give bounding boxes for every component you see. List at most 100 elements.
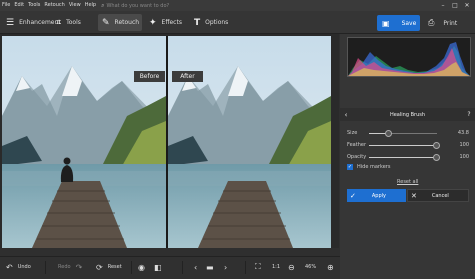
undo-label: Undo — [17, 264, 31, 270]
checkmark-icon: ✓ — [350, 191, 356, 200]
size-value[interactable]: 43.8 — [458, 130, 469, 136]
opacity-slider-fill — [369, 157, 437, 158]
previous-image-button[interactable]: ‹ — [194, 257, 202, 277]
opacity-slider-row: Opacity 100 — [347, 153, 472, 162]
zoom-in-button[interactable]: ⊕ — [327, 257, 339, 277]
printer-icon: ⎙ — [428, 18, 435, 27]
menu-retouch[interactable]: Retouch — [42, 0, 66, 11]
before-image — [2, 36, 166, 248]
feather-value[interactable]: 100 — [459, 142, 469, 148]
open-folder-button[interactable]: ▬ — [206, 257, 219, 277]
reset-all-link[interactable]: Reset all — [397, 179, 418, 185]
redo-button[interactable]: Redo ↷ — [58, 257, 82, 277]
sliders-icon: ☰ — [6, 17, 15, 28]
search-input[interactable]: ⌕ What do you want to do? — [101, 2, 211, 10]
apply-label: Apply — [371, 192, 386, 199]
redo-icon: ↷ — [75, 262, 83, 272]
image-canvas[interactable]: Before After — [0, 34, 339, 248]
next-image-button[interactable]: › — [224, 257, 232, 277]
histogram-graph — [348, 42, 470, 76]
help-icon[interactable]: ? — [463, 111, 475, 118]
menu-file[interactable]: File — [0, 0, 12, 11]
feather-slider-fill — [369, 145, 437, 146]
fit-to-screen-button[interactable]: ⛶ — [255, 257, 266, 277]
print-label: Print — [443, 19, 458, 27]
cancel-button[interactable]: ✕ Cancel — [407, 189, 469, 202]
tab-enhancement[interactable]: ☰ Enhancement — [2, 14, 61, 31]
undo-button[interactable]: ↶ Undo — [6, 257, 31, 277]
reset-icon: ⟳ — [96, 262, 103, 272]
panel-header: ‹ Healing Brush ? — [340, 108, 475, 121]
feather-label: Feather — [347, 142, 367, 148]
apply-button[interactable]: ✓ Apply — [347, 189, 406, 202]
before-label: Before — [134, 71, 165, 82]
zoom-value: 46% — [305, 264, 317, 270]
tab-tools[interactable]: ⌗ Tools — [52, 14, 96, 31]
menu-bar: File Edit Tools Retouch View Help ⌕ What… — [0, 0, 475, 11]
undo-icon: ↶ — [6, 262, 13, 272]
print-button[interactable]: ⎙ Print — [425, 15, 470, 31]
brush-icon: ✎ — [102, 17, 110, 28]
redo-label: Redo — [58, 264, 71, 270]
tab-options[interactable]: T Options — [190, 14, 234, 31]
app-window: File Edit Tools Retouch View Help ⌕ What… — [0, 0, 475, 279]
opacity-slider-handle[interactable] — [433, 154, 440, 161]
hide-markers-checkbox[interactable]: ✓ — [347, 164, 353, 170]
folder-icon: ▬ — [206, 262, 214, 272]
save-label: Save — [401, 19, 417, 27]
separator — [45, 261, 46, 274]
before-photo-drawing — [2, 36, 166, 248]
show-original-button[interactable]: ◉ — [138, 257, 150, 277]
menu-help[interactable]: Help — [83, 0, 98, 11]
hide-markers-option[interactable]: ✓ Hide markers — [347, 164, 390, 170]
menu-tools[interactable]: Tools — [26, 0, 42, 11]
size-slider-handle[interactable] — [385, 130, 393, 137]
magic-wand-icon: ✦ — [149, 17, 157, 28]
tab-label: Effects — [161, 19, 182, 26]
separator — [245, 261, 246, 274]
zoom-in-icon: ⊕ — [327, 262, 334, 272]
menu-view[interactable]: View — [67, 0, 83, 11]
reset-label: Reset — [107, 264, 122, 270]
menu-edit[interactable]: Edit — [12, 0, 26, 11]
after-photo-drawing — [168, 36, 331, 248]
tab-label: Options — [205, 19, 229, 26]
tab-label: Retouch — [114, 19, 140, 26]
feather-slider-handle[interactable] — [433, 142, 440, 149]
main-toolbar: ☰ Enhancement ⌗ Tools ✎ Retouch ✦ Effect… — [0, 11, 475, 34]
split-view-icon: ◧ — [154, 262, 162, 272]
tab-effects[interactable]: ✦ Effects — [145, 14, 189, 31]
cancel-label: Cancel — [431, 192, 449, 199]
back-icon[interactable]: ‹ — [340, 111, 352, 119]
actual-size-button[interactable]: 1:1 — [272, 257, 280, 277]
save-button[interactable]: ▣ Save — [377, 15, 420, 31]
minimize-button[interactable]: – — [437, 0, 449, 11]
crop-icon: ⌗ — [56, 17, 62, 28]
bottom-bar: ↶ Undo Redo ↷ ⟳ Reset ◉ ◧ ‹ ▬ › ⛶ 1:1 ⊖ … — [0, 256, 340, 279]
tool-panel: ‹ Healing Brush ? Size 43.8 Feather 100 … — [340, 34, 475, 279]
search-placeholder: What do you want to do? — [106, 2, 170, 9]
tab-retouch[interactable]: ✎ Retouch — [98, 14, 142, 31]
separator — [182, 261, 183, 274]
panel-title: Healing Brush — [389, 111, 426, 118]
histogram — [347, 37, 471, 77]
close-icon: ✕ — [411, 191, 417, 200]
opacity-label: Opacity — [347, 154, 367, 160]
search-icon: ⌕ — [101, 1, 105, 9]
tab-label: Tools — [66, 19, 81, 26]
separator — [131, 261, 132, 274]
zoom-out-button[interactable]: ⊖ — [288, 257, 300, 277]
hide-markers-label: Hide markers — [357, 164, 391, 170]
after-label: After — [172, 71, 203, 82]
maximize-button[interactable]: □ — [449, 0, 461, 11]
chevron-right-icon: › — [224, 262, 228, 272]
opacity-value[interactable]: 100 — [459, 154, 469, 160]
close-button[interactable]: ✕ — [461, 0, 473, 11]
reset-button[interactable]: ⟳ Reset — [96, 257, 122, 277]
size-slider-row: Size 43.8 — [347, 129, 472, 138]
zoom-level[interactable]: 46% — [305, 257, 316, 277]
floppy-disk-icon: ▣ — [382, 18, 390, 28]
after-image — [168, 36, 331, 248]
size-label: Size — [347, 130, 358, 136]
compare-view-button[interactable]: ◧ — [154, 257, 167, 277]
